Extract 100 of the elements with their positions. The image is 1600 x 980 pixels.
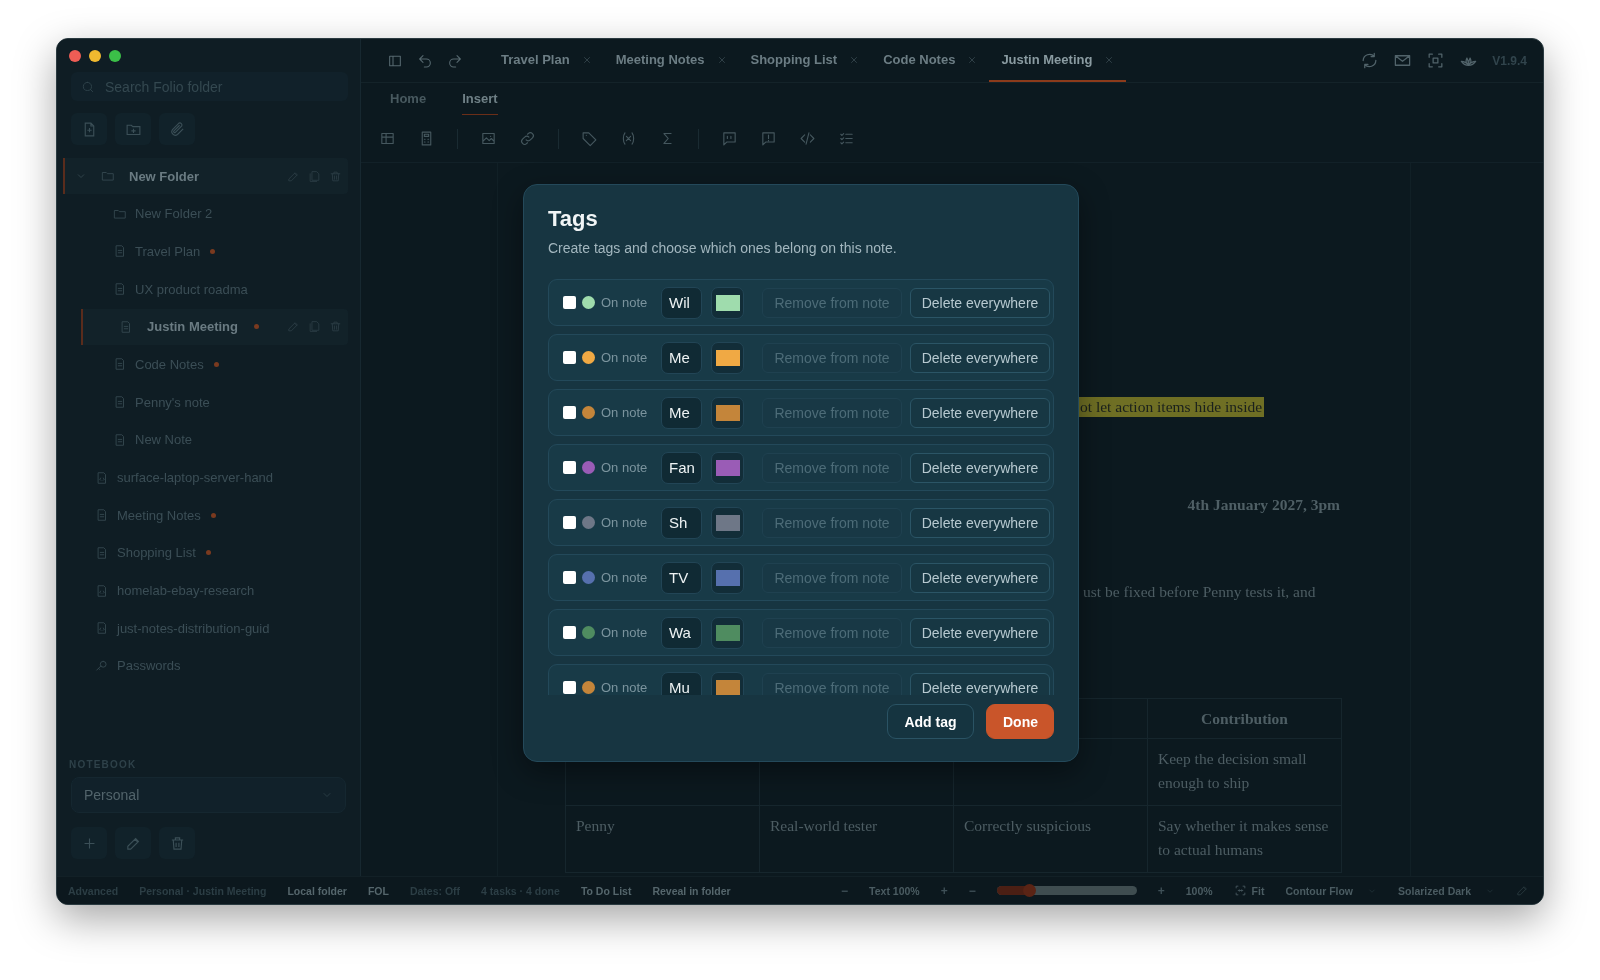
quote-bubble-icon[interactable] — [721, 130, 738, 147]
pencil-icon[interactable] — [287, 320, 300, 334]
code-icon[interactable] — [799, 130, 816, 147]
tag-name-field[interactable]: Me — [661, 396, 702, 429]
status-text[interactable]: FOL — [367, 884, 389, 897]
copy-icon[interactable] — [308, 169, 321, 183]
delete-button[interactable]: Delete everywhere — [910, 507, 1050, 538]
tree-item[interactable]: New Folder — [63, 158, 348, 194]
paragraph-text: ust be fixed before Penny tests it, and — [1083, 583, 1316, 601]
dialog-title: Tags — [548, 205, 599, 233]
ribbon-tab[interactable]: Home — [390, 83, 427, 115]
status-label: On note — [601, 295, 649, 310]
status-text[interactable]: To Do List — [580, 884, 632, 897]
tree-item[interactable]: Justin Meeting — [81, 308, 348, 345]
notebook-select[interactable]: Personal — [71, 777, 346, 813]
close-icon[interactable] — [967, 54, 978, 65]
new-folder-button[interactable] — [115, 113, 151, 145]
checkbox[interactable] — [563, 296, 576, 309]
zoom-window-button[interactable] — [109, 50, 121, 62]
delete-button[interactable]: Delete everywhere — [910, 562, 1050, 593]
color-swatch[interactable] — [711, 616, 744, 649]
document-tab[interactable]: Code Notes — [871, 39, 990, 82]
delete-button[interactable]: Delete everywhere — [910, 617, 1050, 648]
image-icon[interactable] — [480, 130, 497, 147]
tag-name-field[interactable]: Fan — [661, 451, 702, 484]
status-select[interactable]: Contour Flow — [1285, 884, 1378, 897]
status-select[interactable]: Solarized Dark — [1398, 884, 1495, 897]
checkbox[interactable] — [563, 351, 576, 364]
checkbox[interactable] — [563, 406, 576, 419]
close-window-button[interactable] — [69, 50, 81, 62]
checkbox[interactable] — [563, 681, 576, 694]
add-tag-button[interactable]: Add tag — [887, 704, 974, 739]
close-icon[interactable] — [716, 54, 727, 65]
zoom-slider[interactable] — [996, 886, 1137, 895]
edit-button[interactable] — [115, 827, 151, 859]
paperclip-icon — [168, 120, 186, 138]
tag-name-field[interactable]: Mu — [661, 671, 702, 695]
delete-button[interactable] — [159, 827, 195, 859]
checkbox[interactable] — [563, 516, 576, 529]
delete-button[interactable]: Delete everywhere — [910, 287, 1050, 318]
minimize-window-button[interactable] — [89, 50, 101, 62]
status-label: On note — [601, 460, 649, 475]
color-swatch[interactable] — [711, 451, 744, 484]
fit-button[interactable]: Fit — [1233, 884, 1265, 897]
checklist-icon[interactable] — [838, 130, 855, 147]
zoom-step-button[interactable]: + — [940, 883, 948, 898]
done-button[interactable]: Done — [986, 704, 1054, 739]
color-swatch[interactable] — [711, 341, 744, 374]
code-file-icon — [95, 470, 109, 485]
date-text: 4th January 2027, 3pm — [1187, 496, 1340, 514]
status-label: On note — [601, 570, 649, 585]
delete-button[interactable]: Delete everywhere — [910, 452, 1050, 483]
note-icon — [95, 508, 109, 523]
document-tab[interactable]: Justin Meeting — [989, 39, 1127, 82]
zoom-step-button[interactable]: + — [1157, 883, 1165, 898]
color-swatch[interactable] — [711, 671, 744, 695]
undo-icon[interactable] — [417, 52, 433, 69]
document-tab[interactable]: Meeting Notes — [603, 39, 739, 82]
document-tab[interactable]: Shopping List — [738, 39, 872, 82]
document-tab[interactable]: Travel Plan — [489, 39, 604, 82]
trash-icon[interactable] — [329, 320, 342, 334]
color-swatch[interactable] — [711, 561, 744, 594]
note-icon — [113, 432, 127, 447]
code-file-icon — [95, 583, 109, 598]
checkbox[interactable] — [563, 461, 576, 474]
zoom-step-button[interactable]: − — [841, 883, 849, 898]
ribbon-tab[interactable]: Insert — [462, 83, 498, 115]
tag-name-field[interactable]: TV — [661, 561, 702, 594]
tag-name-field[interactable]: Sh — [661, 506, 702, 539]
link-icon[interactable] — [519, 130, 536, 147]
variable-icon[interactable] — [620, 130, 637, 147]
tag-name-field[interactable]: Wil — [661, 286, 702, 319]
status-text[interactable]: Local folder — [287, 884, 347, 897]
delete-button[interactable]: Delete everywhere — [910, 342, 1050, 373]
close-icon[interactable] — [1104, 54, 1115, 65]
delete-button[interactable]: Delete everywhere — [910, 672, 1050, 695]
table-icon[interactable] — [379, 130, 396, 147]
pencil-icon[interactable] — [287, 169, 300, 183]
delete-button[interactable]: Delete everywhere — [910, 397, 1050, 428]
status-label: On note — [601, 625, 649, 640]
pencil-icon[interactable] — [1516, 884, 1529, 897]
close-icon[interactable] — [581, 54, 592, 65]
table-header: Contribution — [1147, 698, 1342, 739]
checkbox[interactable] — [563, 626, 576, 639]
tag-icon[interactable] — [581, 130, 598, 147]
zoom-step-button[interactable]: − — [968, 883, 976, 898]
redo-icon[interactable] — [447, 52, 463, 69]
tag-name-field[interactable]: Me — [661, 341, 702, 374]
fit-icon — [1233, 884, 1247, 897]
checkbox[interactable] — [563, 571, 576, 584]
color-swatch[interactable] — [711, 396, 744, 429]
color-swatch[interactable] — [711, 506, 744, 539]
alert-bubble-icon[interactable] — [760, 130, 777, 147]
search-icon — [81, 79, 95, 94]
attach-button[interactable] — [159, 113, 195, 145]
close-icon[interactable] — [849, 54, 860, 65]
color-swatch[interactable] — [711, 286, 744, 319]
new-note-button[interactable] — [71, 113, 107, 145]
status-text[interactable]: Reveal in folder — [652, 884, 731, 897]
tag-name-field[interactable]: Wa — [661, 616, 702, 649]
